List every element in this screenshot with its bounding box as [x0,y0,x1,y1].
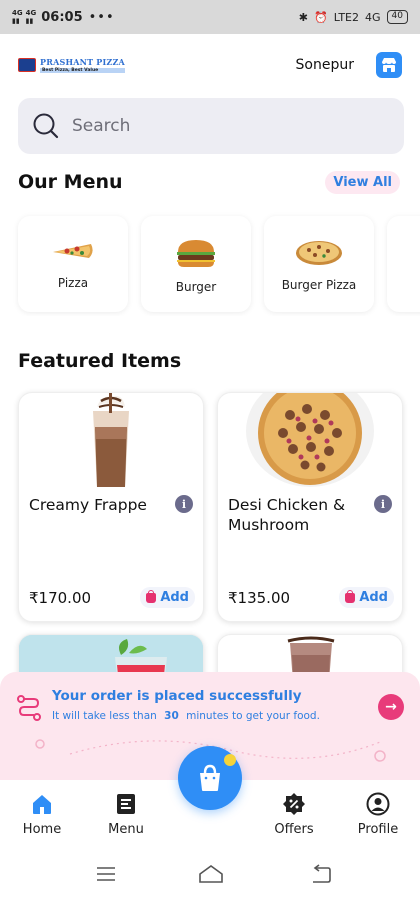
network-label: 4G [365,10,381,24]
featured-item-card[interactable]: Desi Chicken & Mushroom i ₹135.00 Add [217,392,403,622]
signal-icon: 4G ▮▮ [12,9,23,25]
pizza-image [218,393,402,487]
featured-item-price: ₹170.00 [29,589,92,607]
menu-book-icon [117,794,135,814]
logo-badge-icon [18,58,36,72]
bag-icon [146,589,157,603]
menu-category-label: Pizza [57,276,89,290]
menu-category-label: Burger Pizza [281,278,357,292]
order-banner-subtitle: It will take less than 30 minutes to get… [52,710,320,722]
info-icon[interactable]: i [175,495,193,513]
menu-categories: Pizza Burger Burger Pizza [0,212,420,316]
nav-menu[interactable]: Menu [91,792,161,837]
search-icon [33,113,59,139]
menu-category-pizza[interactable]: Pizza [18,216,128,312]
pizza-slice-icon [53,244,93,258]
delivery-minutes: 30 [164,710,179,722]
add-label: Add [160,590,189,605]
nav-home[interactable]: Home [7,792,77,837]
recent-apps-icon[interactable] [96,866,116,882]
home-icon [33,795,51,814]
nav-profile-label: Profile [357,822,399,837]
brand-logo[interactable]: PRASHANT PIZZA Best Pizza, Best Value [18,57,125,73]
search-input[interactable] [72,116,372,136]
logo-tagline: Best Pizza, Best Value [40,68,125,73]
frappe-image [19,393,203,487]
home-system-icon[interactable] [198,864,224,884]
store-icon [382,58,396,72]
burger-icon [177,240,215,267]
app-header: PRASHANT PIZZA Best Pizza, Best Value So… [0,34,420,96]
featured-item-name: Desi Chicken & Mushroom [228,496,346,534]
cart-button[interactable] [178,746,242,810]
more-notifications-icon: ••• [88,9,115,25]
featured-item-card[interactable]: Creamy Frappe i ₹170.00 Add [18,392,204,622]
battery-icon: 40 [386,10,408,24]
location-selector[interactable]: Sonepur [296,57,354,73]
back-icon[interactable] [310,864,332,884]
nav-offers[interactable]: Offers [259,792,329,837]
featured-item-name: Creamy Frappe [29,496,147,514]
our-menu-title: Our Menu [18,171,123,193]
add-to-cart-button[interactable]: Add [339,587,394,608]
menu-category-burger-pizza[interactable]: Burger Pizza [264,216,374,312]
order-banner-title: Your order is placed successfully [52,688,302,704]
alarm-icon: ⏰ [314,10,328,24]
featured-item-price: ₹135.00 [228,589,291,607]
menu-category-burger[interactable]: Burger [141,216,251,312]
logo-name: PRASHANT PIZZA [40,57,125,67]
nav-offers-label: Offers [274,822,314,837]
status-time: 06:05 [41,9,83,25]
status-bar: 4G ▮▮ 4G ▮▮ 06:05 ••• ✱ ⏰ LTE2 4G 40 [0,0,420,34]
profile-icon [366,792,390,816]
search-bar[interactable] [18,98,404,154]
view-all-button[interactable]: View All [325,171,400,194]
bluetooth-icon: ✱ [298,10,309,24]
shopping-bag-icon [200,764,220,791]
add-label: Add [359,590,388,605]
system-navigation-bar [0,846,420,900]
store-button[interactable] [376,52,402,78]
cart-notification-dot [224,754,236,766]
menu-category-partial[interactable] [387,216,420,312]
nav-menu-label: Menu [108,822,144,837]
arrow-right-icon[interactable]: → [378,694,404,720]
route-icon [17,695,41,721]
lte-label: LTE2 [333,10,360,24]
bag-icon [345,589,356,603]
add-to-cart-button[interactable]: Add [140,587,195,608]
featured-items-title: Featured Items [18,350,182,372]
nav-home-label: Home [22,822,62,837]
burger-pizza-icon [296,241,342,265]
menu-category-label: Burger [175,280,217,294]
info-icon[interactable]: i [374,495,392,513]
signal-icon: 4G ▮▮ [25,9,37,25]
offers-badge-icon [283,793,305,815]
nav-profile[interactable]: Profile [343,792,413,837]
